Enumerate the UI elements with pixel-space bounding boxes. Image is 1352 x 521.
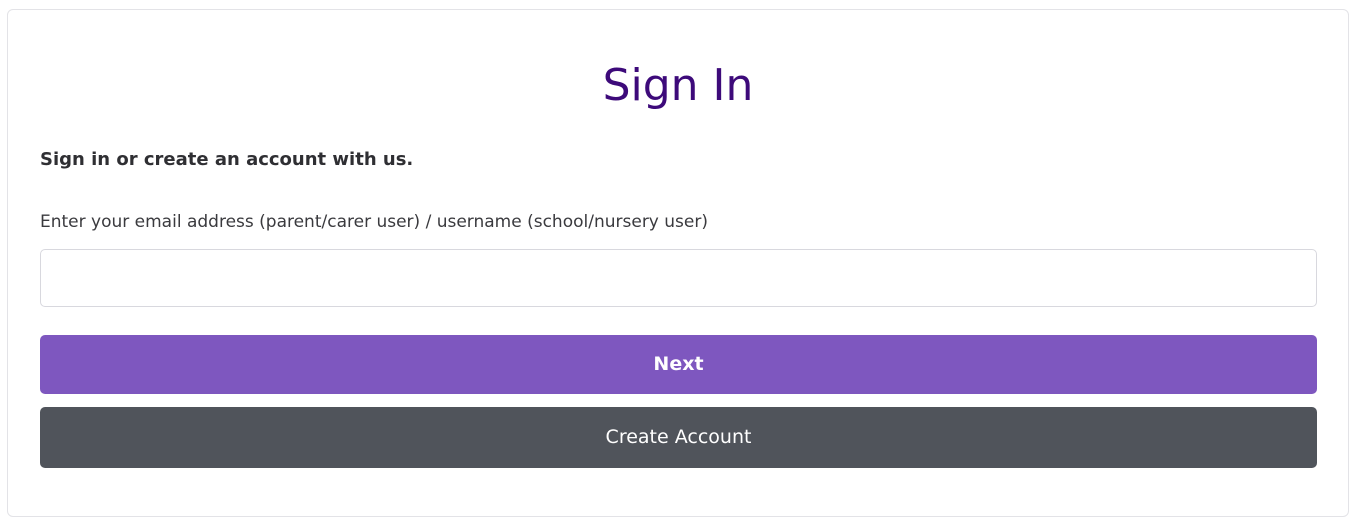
create-account-button[interactable]: Create Account <box>40 407 1317 468</box>
sign-in-card: Sign In Sign in or create an account wit… <box>7 9 1349 517</box>
next-button[interactable]: Next <box>40 335 1317 394</box>
email-username-input[interactable] <box>40 249 1317 307</box>
email-field-label: Enter your email address (parent/carer u… <box>40 212 708 232</box>
sign-in-subtitle: Sign in or create an account with us. <box>40 149 414 170</box>
page-title: Sign In <box>602 60 754 111</box>
